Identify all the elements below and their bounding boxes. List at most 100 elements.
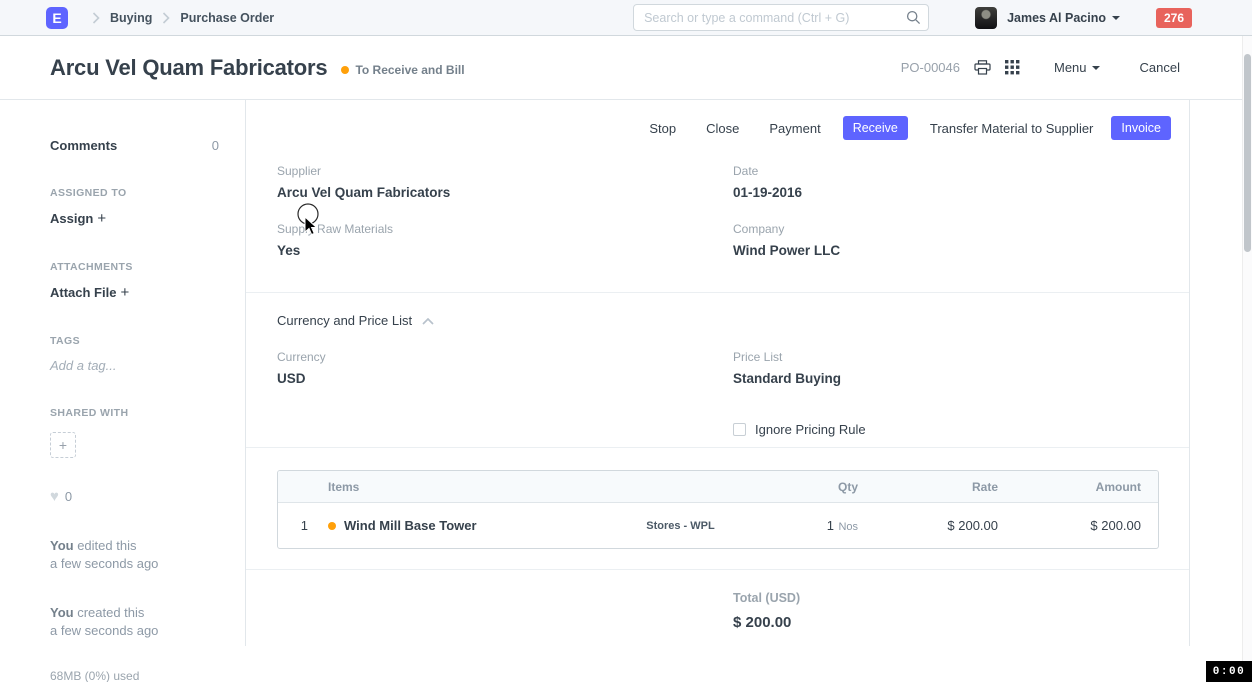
attach-file-button[interactable]: Attach File+ xyxy=(50,284,219,301)
app-window: E Buying Purchase Order James Al Pacino … xyxy=(0,0,1252,682)
app-logo[interactable]: E xyxy=(46,7,68,29)
col-header-items: Items xyxy=(316,480,623,494)
currency-section-toggle[interactable]: Currency and Price List xyxy=(246,310,1189,330)
supply-raw-materials-label: Supply Raw Materials xyxy=(277,222,733,236)
scrollbar-track[interactable] xyxy=(1242,36,1252,682)
transfer-material-button[interactable]: Transfer Material to Supplier xyxy=(930,121,1094,136)
recording-timer: 0:00 xyxy=(1206,661,1252,682)
page-header-actions: PO-00046 Menu Cancel xyxy=(901,60,1180,75)
search-input[interactable] xyxy=(633,4,929,31)
user-menu[interactable]: James Al Pacino xyxy=(975,7,1120,29)
qty-value: 1 xyxy=(827,518,834,533)
breadcrumb-buying[interactable]: Buying xyxy=(110,11,152,25)
price-list-field[interactable]: Price List Standard Buying xyxy=(733,350,1189,386)
item-cell[interactable]: Wind Mill Base Tower xyxy=(316,518,623,533)
attachments-heading: ATTACHMENTS xyxy=(50,261,219,273)
currency-section-title: Currency and Price List xyxy=(277,313,412,328)
status-dot-icon xyxy=(341,66,349,74)
tags-heading: TAGS xyxy=(50,335,219,347)
warehouse-cell: Stores - WPL xyxy=(623,520,738,532)
comments-count: 0 xyxy=(212,138,219,153)
notification-badge[interactable]: 276 xyxy=(1156,8,1192,28)
row-index: 1 xyxy=(278,518,316,533)
breadcrumb-purchase-order[interactable]: Purchase Order xyxy=(180,11,274,25)
activity-time: a few seconds ago xyxy=(50,556,158,571)
checkbox-icon[interactable] xyxy=(733,423,746,436)
navbar: E Buying Purchase Order James Al Pacino … xyxy=(0,0,1252,36)
add-share-button[interactable]: + xyxy=(50,432,76,458)
currency-value: USD xyxy=(277,371,733,386)
currency-fields: Currency USD Price List Standard Buying … xyxy=(246,350,1189,437)
ignore-pricing-rule-label: Ignore Pricing Rule xyxy=(755,422,866,437)
doc-id[interactable]: PO-00046 xyxy=(901,60,960,75)
page-title: Arcu Vel Quam Fabricators xyxy=(50,55,327,81)
like-toggle[interactable]: ♥ 0 xyxy=(50,488,219,505)
assigned-to-heading: ASSIGNED TO xyxy=(50,187,219,199)
status-indicator: To Receive and Bill xyxy=(341,63,464,77)
amount-cell: $ 200.00 xyxy=(1013,518,1158,533)
page-header: Arcu Vel Quam Fabricators To Receive and… xyxy=(0,36,1252,100)
chevron-right-icon xyxy=(162,12,170,24)
section-divider xyxy=(246,292,1189,293)
activity-actor: You xyxy=(50,538,74,553)
grid-view-icon[interactable] xyxy=(1005,60,1020,75)
col-header-qty: Qty xyxy=(738,480,873,494)
add-tag-input[interactable]: Add a tag... xyxy=(50,358,219,373)
form-main: Stop Close Payment Receive Transfer Mate… xyxy=(246,100,1190,646)
chevron-down-icon xyxy=(1092,66,1100,70)
comments-link[interactable]: Comments xyxy=(50,138,117,153)
activity-action: edited this xyxy=(74,538,137,553)
receive-button[interactable]: Receive xyxy=(843,116,908,140)
item-name: Wind Mill Base Tower xyxy=(344,518,477,533)
price-list-label: Price List xyxy=(733,350,1189,364)
attach-file-label: Attach File xyxy=(50,285,116,300)
content: Comments 0 ASSIGNED TO Assign+ ATTACHMEN… xyxy=(0,100,1252,646)
cancel-button[interactable]: Cancel xyxy=(1140,60,1180,75)
breadcrumb: Buying Purchase Order xyxy=(82,11,274,25)
supply-raw-materials-field[interactable]: Supply Raw Materials Yes xyxy=(277,222,733,258)
date-field[interactable]: Date 01-19-2016 xyxy=(733,164,1189,200)
supply-raw-materials-value: Yes xyxy=(277,243,733,258)
chevron-right-icon xyxy=(92,12,100,24)
activity-action: created this xyxy=(74,605,145,620)
assign-button[interactable]: Assign+ xyxy=(50,210,219,227)
avatar xyxy=(975,7,997,29)
col-header-rate: Rate xyxy=(873,480,1013,494)
activity-edited: You edited this a few seconds ago xyxy=(50,537,219,572)
table-row[interactable]: 1 Wind Mill Base Tower Stores - WPL 1 No… xyxy=(278,503,1158,548)
search-icon[interactable] xyxy=(906,10,921,30)
items-section: Items Qty Rate Amount 1 Wind Mill Base T… xyxy=(246,448,1189,549)
items-table: Items Qty Rate Amount 1 Wind Mill Base T… xyxy=(277,470,1159,549)
menu-label: Menu xyxy=(1054,60,1087,75)
chevron-down-icon xyxy=(1112,16,1120,20)
global-search xyxy=(633,4,929,31)
stop-button[interactable]: Stop xyxy=(649,121,676,136)
assign-label: Assign xyxy=(50,211,93,226)
print-icon[interactable] xyxy=(974,60,991,75)
supplier-field[interactable]: Supplier Arcu Vel Quam Fabricators xyxy=(277,164,733,200)
qty-cell: 1 Nos xyxy=(738,517,873,535)
sidebar: Comments 0 ASSIGNED TO Assign+ ATTACHMEN… xyxy=(0,100,246,646)
item-status-dot-icon xyxy=(328,522,336,530)
totals-section: Total (USD) $ 200.00 xyxy=(246,570,1189,631)
uom-label: Nos xyxy=(838,521,858,533)
close-button[interactable]: Close xyxy=(706,121,739,136)
company-value: Wind Power LLC xyxy=(733,243,1189,258)
plus-icon: + xyxy=(59,437,67,453)
chevron-up-icon xyxy=(422,312,434,330)
invoice-button[interactable]: Invoice xyxy=(1111,116,1171,140)
ignore-pricing-rule-checkbox-row[interactable]: Ignore Pricing Rule xyxy=(733,422,1189,437)
status-label: To Receive and Bill xyxy=(355,63,464,77)
activity-time: a few seconds ago xyxy=(50,623,158,638)
price-list-value: Standard Buying xyxy=(733,371,1189,386)
total-label: Total (USD) xyxy=(733,591,1189,605)
currency-field[interactable]: Currency USD xyxy=(277,350,733,386)
payment-button[interactable]: Payment xyxy=(769,121,820,136)
likes-count: 0 xyxy=(65,489,72,504)
menu-button[interactable]: Menu xyxy=(1054,60,1100,75)
shared-with-heading: SHARED WITH xyxy=(50,407,219,419)
company-label: Company xyxy=(733,222,1189,236)
date-label: Date xyxy=(733,164,1189,178)
company-field[interactable]: Company Wind Power LLC xyxy=(733,222,1189,258)
scrollbar-thumb[interactable] xyxy=(1244,54,1251,252)
